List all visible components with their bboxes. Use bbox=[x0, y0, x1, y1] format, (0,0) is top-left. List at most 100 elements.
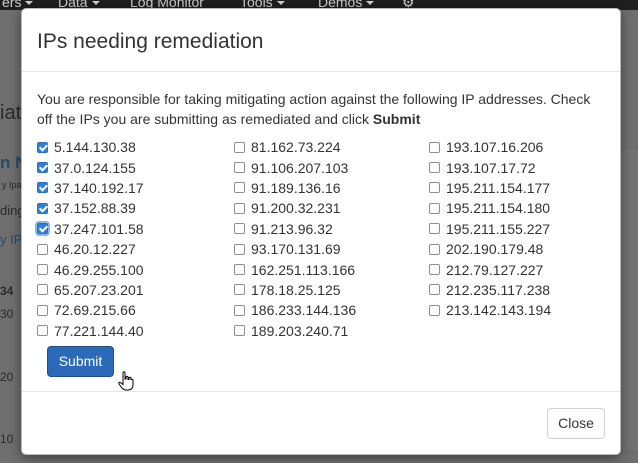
ip-checkbox-row[interactable]: 162.251.113.166 bbox=[234, 259, 356, 279]
ip-column-2: 81.162.73.224 91.106.207.103 91.189.136.16… bbox=[234, 137, 356, 341]
ip-checkbox-row[interactable]: 65.207.23.201 bbox=[37, 280, 144, 300]
ip-address-label: 212.235.117.238 bbox=[446, 281, 551, 298]
ip-address-label: 162.251.113.166 bbox=[251, 261, 356, 278]
ip-checkbox-row[interactable]: 178.18.25.125 bbox=[234, 280, 356, 300]
ip-checkbox[interactable] bbox=[429, 304, 440, 316]
ip-checkbox-row[interactable]: 189.203.240.71 bbox=[234, 321, 356, 341]
modal-footer: Close bbox=[22, 391, 620, 454]
ip-checkbox[interactable] bbox=[429, 182, 440, 194]
ip-checkbox[interactable] bbox=[429, 202, 440, 214]
intro-text: You are responsible for taking mitigatin… bbox=[37, 89, 609, 129]
ip-address-label: 202.190.179.48 bbox=[446, 241, 544, 258]
modal-body: You are responsible for taking mitigatin… bbox=[22, 73, 620, 391]
ip-checkbox-row[interactable]: 37.152.88.39 bbox=[37, 198, 144, 218]
submit-button[interactable]: Submit bbox=[47, 346, 114, 377]
ip-checkbox-row[interactable]: 186.233.144.136 bbox=[234, 300, 356, 320]
bg-axis-tick-30: 30 bbox=[0, 307, 14, 321]
ip-checkbox-row[interactable]: 37.140.192.17 bbox=[37, 178, 144, 198]
ip-checkbox-row[interactable]: 212.235.117.238 bbox=[429, 280, 551, 300]
ip-address-label: 195.211.155.227 bbox=[446, 220, 551, 237]
ip-checkbox-row[interactable]: 91.213.96.32 bbox=[234, 219, 356, 239]
ip-checkbox[interactable] bbox=[37, 182, 48, 194]
ip-column-3: 193.107.16.206 193.107.17.72 195.211.154.1… bbox=[429, 137, 551, 321]
ip-checkbox-row[interactable]: 193.107.16.206 bbox=[429, 137, 551, 157]
ip-address-label: 193.107.16.206 bbox=[446, 139, 544, 156]
ip-checkbox[interactable] bbox=[37, 141, 48, 153]
ip-address-label: 91.106.207.103 bbox=[251, 159, 349, 176]
ip-address-label: 193.107.17.72 bbox=[446, 159, 536, 176]
ip-checkbox[interactable] bbox=[429, 243, 440, 255]
ip-checkbox[interactable] bbox=[234, 141, 245, 153]
ip-checkbox-row[interactable]: 193.107.17.72 bbox=[429, 157, 551, 177]
ip-address-label: 195.211.154.180 bbox=[446, 200, 551, 217]
ip-checkbox[interactable] bbox=[234, 264, 245, 276]
intro-text-submit: Submit bbox=[372, 111, 421, 127]
ip-checkbox[interactable] bbox=[37, 202, 48, 214]
ip-address-label: 37.0.124.155 bbox=[54, 159, 136, 176]
ip-checkbox[interactable] bbox=[37, 264, 48, 276]
ip-address-label: 91.189.136.16 bbox=[251, 179, 341, 196]
ip-checkbox[interactable] bbox=[429, 141, 440, 153]
ip-address-label: 65.207.23.201 bbox=[54, 281, 144, 298]
bg-link-ip: y IP bbox=[0, 232, 23, 247]
ip-checkbox-row[interactable]: 91.189.136.16 bbox=[234, 178, 356, 198]
ip-address-label: 37.152.88.39 bbox=[54, 200, 136, 217]
ip-checkbox[interactable] bbox=[234, 243, 245, 255]
ip-checkbox[interactable] bbox=[37, 304, 48, 316]
ip-checkbox-row[interactable]: 213.142.143.194 bbox=[429, 300, 551, 320]
ip-checkbox[interactable] bbox=[37, 162, 48, 174]
ip-checkbox[interactable] bbox=[429, 264, 440, 276]
ip-column-1: 5.144.130.38 37.0.124.155 37.140.192.17 37.… bbox=[37, 137, 144, 341]
ip-checkbox-row[interactable]: 46.20.12.227 bbox=[37, 239, 144, 259]
ip-checkbox-row[interactable]: 37.247.101.58 bbox=[37, 219, 144, 239]
ip-address-label: 37.247.101.58 bbox=[54, 220, 144, 237]
ip-checkbox[interactable] bbox=[429, 284, 440, 296]
ip-address-label: 178.18.25.125 bbox=[251, 281, 341, 298]
ip-address-label: 186.233.144.136 bbox=[251, 302, 357, 319]
ip-address-label: 91.200.32.231 bbox=[251, 200, 341, 217]
ip-address-label: 93.170.131.69 bbox=[251, 241, 341, 258]
ip-checkbox-row[interactable]: 5.144.130.38 bbox=[37, 137, 144, 157]
ip-checkbox[interactable] bbox=[234, 284, 245, 296]
ip-checkbox[interactable] bbox=[37, 325, 48, 337]
ip-checkbox[interactable] bbox=[234, 202, 245, 214]
ip-checkbox-row[interactable]: 202.190.179.48 bbox=[429, 239, 551, 259]
ip-checkbox-row[interactable]: 195.211.155.227 bbox=[429, 219, 551, 239]
bg-heading: iat bbox=[0, 102, 22, 124]
hand-pointer-cursor-icon bbox=[118, 371, 134, 391]
ip-checkbox-row[interactable]: 46.29.255.100 bbox=[37, 259, 144, 279]
bg-axis-tick-20: 20 bbox=[0, 370, 14, 384]
ip-checkbox[interactable] bbox=[234, 223, 245, 235]
ip-checkbox[interactable] bbox=[234, 325, 245, 337]
ip-checkbox-row[interactable]: 91.106.207.103 bbox=[234, 157, 356, 177]
ip-address-label: 5.144.130.38 bbox=[54, 139, 136, 156]
ip-checkbox[interactable] bbox=[234, 182, 245, 194]
ip-address-label: 81.162.73.224 bbox=[251, 139, 341, 156]
ip-address-label: 46.29.255.100 bbox=[54, 261, 144, 278]
ip-address-label: 213.142.143.194 bbox=[446, 302, 552, 319]
ip-checkbox[interactable] bbox=[37, 223, 48, 235]
ip-checkbox-row[interactable]: 212.79.127.227 bbox=[429, 259, 551, 279]
ip-checkbox-row[interactable]: 77.221.144.40 bbox=[37, 321, 144, 341]
ip-checkbox[interactable] bbox=[429, 223, 440, 235]
ip-checkbox-row[interactable]: 37.0.124.155 bbox=[37, 157, 144, 177]
ip-checkbox-row[interactable]: 91.200.32.231 bbox=[234, 198, 356, 218]
ip-checkbox-row[interactable]: 93.170.131.69 bbox=[234, 239, 356, 259]
ip-checkbox-row[interactable]: 195.211.154.180 bbox=[429, 198, 551, 218]
close-button[interactable]: Close bbox=[547, 408, 605, 439]
bg-axis-max: 34 bbox=[0, 284, 14, 298]
ip-address-label: 189.203.240.71 bbox=[251, 322, 349, 339]
ip-checkbox[interactable] bbox=[234, 162, 245, 174]
ip-address-label: 46.20.12.227 bbox=[54, 241, 136, 258]
ip-checkbox[interactable] bbox=[37, 284, 48, 296]
intro-text-prefix: You are responsible for taking mitigatin… bbox=[37, 91, 591, 127]
ip-address-label: 91.213.96.32 bbox=[251, 220, 333, 237]
ip-checkbox[interactable] bbox=[234, 304, 245, 316]
ip-checkbox[interactable] bbox=[37, 243, 48, 255]
ip-checkbox[interactable] bbox=[429, 162, 440, 174]
ip-checkbox-row[interactable]: 81.162.73.224 bbox=[234, 137, 356, 157]
modal-header: IPs needing remediation bbox=[22, 9, 620, 72]
ip-checkbox-row[interactable]: 72.69.215.66 bbox=[37, 300, 144, 320]
ip-address-label: 212.79.127.227 bbox=[446, 261, 544, 278]
ip-checkbox-row[interactable]: 195.211.154.177 bbox=[429, 178, 551, 198]
